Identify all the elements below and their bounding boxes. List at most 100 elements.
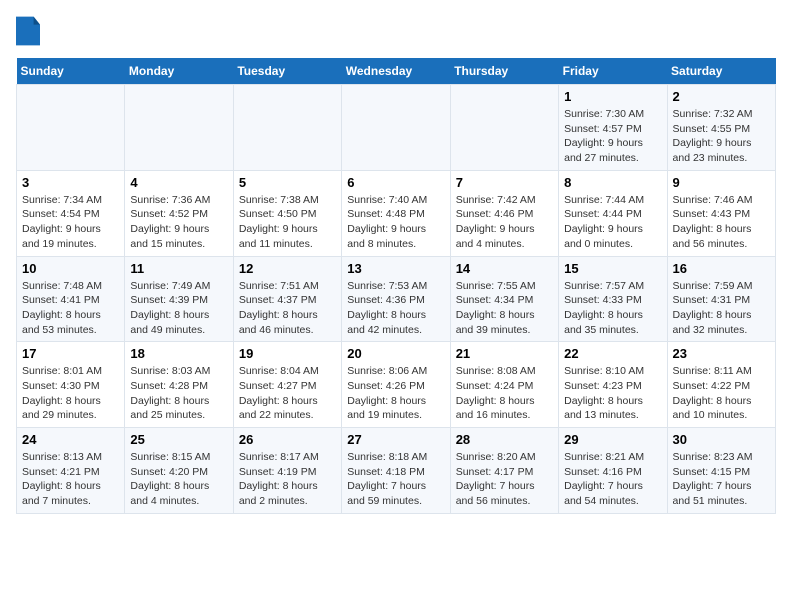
day-info: Sunrise: 7:48 AM Sunset: 4:41 PM Dayligh… bbox=[22, 279, 119, 338]
calendar-cell: 18Sunrise: 8:03 AM Sunset: 4:28 PM Dayli… bbox=[125, 342, 233, 428]
calendar-cell: 21Sunrise: 8:08 AM Sunset: 4:24 PM Dayli… bbox=[450, 342, 558, 428]
day-number: 15 bbox=[564, 261, 661, 276]
day-info: Sunrise: 8:06 AM Sunset: 4:26 PM Dayligh… bbox=[347, 364, 444, 423]
calendar-cell: 3Sunrise: 7:34 AM Sunset: 4:54 PM Daylig… bbox=[17, 170, 125, 256]
day-info: Sunrise: 8:15 AM Sunset: 4:20 PM Dayligh… bbox=[130, 450, 227, 509]
calendar-cell: 9 Sunrise: 7:46 AM Sunset: 4:43 PM Daylig… bbox=[667, 170, 775, 256]
calendar-cell: 4 Sunrise: 7:36 AM Sunset: 4:52 PM Daylig… bbox=[125, 170, 233, 256]
day-number: 23 bbox=[673, 346, 770, 361]
calendar-cell: 13 Sunrise: 7:53 AM Sunset: 4:36 PM Dayli… bbox=[342, 256, 450, 342]
day-info: Sunrise: 8:04 AM Sunset: 4:27 PM Dayligh… bbox=[239, 364, 336, 423]
week-row-2: 3Sunrise: 7:34 AM Sunset: 4:54 PM Daylig… bbox=[17, 170, 776, 256]
day-info: Sunrise: 8:23 AM Sunset: 4:15 PM Dayligh… bbox=[673, 450, 770, 509]
weekday-header-friday: Friday bbox=[559, 58, 667, 85]
calendar-cell bbox=[17, 85, 125, 171]
day-number: 22 bbox=[564, 346, 661, 361]
calendar-cell: 7 Sunrise: 7:42 AM Sunset: 4:46 PM Daylig… bbox=[450, 170, 558, 256]
calendar-cell: 26 Sunrise: 8:17 AM Sunset: 4:19 PM Dayli… bbox=[233, 428, 341, 514]
weekday-header-wednesday: Wednesday bbox=[342, 58, 450, 85]
day-info: Sunrise: 8:21 AM Sunset: 4:16 PM Dayligh… bbox=[564, 450, 661, 509]
calendar-cell: 2 Sunrise: 7:32 AM Sunset: 4:55 PM Daylig… bbox=[667, 85, 775, 171]
weekday-header-monday: Monday bbox=[125, 58, 233, 85]
day-number: 9 bbox=[673, 175, 770, 190]
day-info: Sunrise: 8:01 AM Sunset: 4:30 PM Dayligh… bbox=[22, 364, 119, 423]
calendar-table: SundayMondayTuesdayWednesdayThursdayFrid… bbox=[16, 58, 776, 514]
day-info: Sunrise: 7:55 AM Sunset: 4:34 PM Dayligh… bbox=[456, 279, 553, 338]
day-number: 11 bbox=[130, 261, 227, 276]
day-info: Sunrise: 7:42 AM Sunset: 4:46 PM Dayligh… bbox=[456, 193, 553, 252]
day-number: 29 bbox=[564, 432, 661, 447]
day-number: 20 bbox=[347, 346, 444, 361]
day-info: Sunrise: 8:11 AM Sunset: 4:22 PM Dayligh… bbox=[673, 364, 770, 423]
calendar-cell: 15 Sunrise: 7:57 AM Sunset: 4:33 PM Dayli… bbox=[559, 256, 667, 342]
calendar-cell: 11 Sunrise: 7:49 AM Sunset: 4:39 PM Dayli… bbox=[125, 256, 233, 342]
calendar-cell: 29 Sunrise: 8:21 AM Sunset: 4:16 PM Dayli… bbox=[559, 428, 667, 514]
logo bbox=[16, 16, 44, 46]
week-row-3: 10Sunrise: 7:48 AM Sunset: 4:41 PM Dayli… bbox=[17, 256, 776, 342]
day-number: 8 bbox=[564, 175, 661, 190]
calendar-cell bbox=[450, 85, 558, 171]
day-info: Sunrise: 7:30 AM Sunset: 4:57 PM Dayligh… bbox=[564, 107, 661, 166]
calendar-cell bbox=[233, 85, 341, 171]
calendar-cell: 28Sunrise: 8:20 AM Sunset: 4:17 PM Dayli… bbox=[450, 428, 558, 514]
calendar-cell bbox=[125, 85, 233, 171]
calendar-cell: 22 Sunrise: 8:10 AM Sunset: 4:23 PM Dayli… bbox=[559, 342, 667, 428]
day-number: 16 bbox=[673, 261, 770, 276]
calendar-cell: 30 Sunrise: 8:23 AM Sunset: 4:15 PM Dayli… bbox=[667, 428, 775, 514]
calendar-cell: 27Sunrise: 8:18 AM Sunset: 4:18 PM Dayli… bbox=[342, 428, 450, 514]
day-info: Sunrise: 7:46 AM Sunset: 4:43 PM Dayligh… bbox=[673, 193, 770, 252]
day-number: 4 bbox=[130, 175, 227, 190]
calendar-cell: 12 Sunrise: 7:51 AM Sunset: 4:37 PM Dayli… bbox=[233, 256, 341, 342]
day-info: Sunrise: 7:44 AM Sunset: 4:44 PM Dayligh… bbox=[564, 193, 661, 252]
week-row-5: 24Sunrise: 8:13 AM Sunset: 4:21 PM Dayli… bbox=[17, 428, 776, 514]
week-row-4: 17 Sunrise: 8:01 AM Sunset: 4:30 PM Dayli… bbox=[17, 342, 776, 428]
weekday-header-saturday: Saturday bbox=[667, 58, 775, 85]
day-number: 18 bbox=[130, 346, 227, 361]
calendar-cell: 17 Sunrise: 8:01 AM Sunset: 4:30 PM Dayli… bbox=[17, 342, 125, 428]
day-info: Sunrise: 8:20 AM Sunset: 4:17 PM Dayligh… bbox=[456, 450, 553, 509]
day-number: 6 bbox=[347, 175, 444, 190]
day-number: 7 bbox=[456, 175, 553, 190]
day-info: Sunrise: 7:38 AM Sunset: 4:50 PM Dayligh… bbox=[239, 193, 336, 252]
day-number: 12 bbox=[239, 261, 336, 276]
day-number: 1 bbox=[564, 89, 661, 104]
calendar-cell: 20 Sunrise: 8:06 AM Sunset: 4:26 PM Dayli… bbox=[342, 342, 450, 428]
calendar-cell: 10Sunrise: 7:48 AM Sunset: 4:41 PM Dayli… bbox=[17, 256, 125, 342]
calendar-cell: 23 Sunrise: 8:11 AM Sunset: 4:22 PM Dayli… bbox=[667, 342, 775, 428]
day-info: Sunrise: 7:32 AM Sunset: 4:55 PM Dayligh… bbox=[673, 107, 770, 166]
weekday-header-tuesday: Tuesday bbox=[233, 58, 341, 85]
day-number: 14 bbox=[456, 261, 553, 276]
day-info: Sunrise: 7:49 AM Sunset: 4:39 PM Dayligh… bbox=[130, 279, 227, 338]
calendar-cell: 8 Sunrise: 7:44 AM Sunset: 4:44 PM Daylig… bbox=[559, 170, 667, 256]
day-number: 19 bbox=[239, 346, 336, 361]
day-info: Sunrise: 8:18 AM Sunset: 4:18 PM Dayligh… bbox=[347, 450, 444, 509]
day-number: 24 bbox=[22, 432, 119, 447]
day-number: 30 bbox=[673, 432, 770, 447]
day-info: Sunrise: 7:57 AM Sunset: 4:33 PM Dayligh… bbox=[564, 279, 661, 338]
weekday-header-sunday: Sunday bbox=[17, 58, 125, 85]
calendar-cell: 1 Sunrise: 7:30 AM Sunset: 4:57 PM Daylig… bbox=[559, 85, 667, 171]
weekday-header-row: SundayMondayTuesdayWednesdayThursdayFrid… bbox=[17, 58, 776, 85]
day-info: Sunrise: 7:36 AM Sunset: 4:52 PM Dayligh… bbox=[130, 193, 227, 252]
day-number: 3 bbox=[22, 175, 119, 190]
day-number: 13 bbox=[347, 261, 444, 276]
day-info: Sunrise: 7:40 AM Sunset: 4:48 PM Dayligh… bbox=[347, 193, 444, 252]
day-number: 17 bbox=[22, 346, 119, 361]
day-number: 5 bbox=[239, 175, 336, 190]
logo-icon bbox=[16, 16, 40, 46]
calendar-cell: 24Sunrise: 8:13 AM Sunset: 4:21 PM Dayli… bbox=[17, 428, 125, 514]
day-info: Sunrise: 7:51 AM Sunset: 4:37 PM Dayligh… bbox=[239, 279, 336, 338]
day-info: Sunrise: 7:53 AM Sunset: 4:36 PM Dayligh… bbox=[347, 279, 444, 338]
week-row-1: 1 Sunrise: 7:30 AM Sunset: 4:57 PM Daylig… bbox=[17, 85, 776, 171]
day-info: Sunrise: 8:17 AM Sunset: 4:19 PM Dayligh… bbox=[239, 450, 336, 509]
day-number: 26 bbox=[239, 432, 336, 447]
weekday-header-thursday: Thursday bbox=[450, 58, 558, 85]
calendar-cell: 14 Sunrise: 7:55 AM Sunset: 4:34 PM Dayli… bbox=[450, 256, 558, 342]
page-header bbox=[16, 16, 776, 46]
calendar-cell: 16Sunrise: 7:59 AM Sunset: 4:31 PM Dayli… bbox=[667, 256, 775, 342]
day-info: Sunrise: 8:10 AM Sunset: 4:23 PM Dayligh… bbox=[564, 364, 661, 423]
day-number: 2 bbox=[673, 89, 770, 104]
calendar-cell bbox=[342, 85, 450, 171]
calendar-cell: 6 Sunrise: 7:40 AM Sunset: 4:48 PM Daylig… bbox=[342, 170, 450, 256]
day-info: Sunrise: 8:08 AM Sunset: 4:24 PM Dayligh… bbox=[456, 364, 553, 423]
